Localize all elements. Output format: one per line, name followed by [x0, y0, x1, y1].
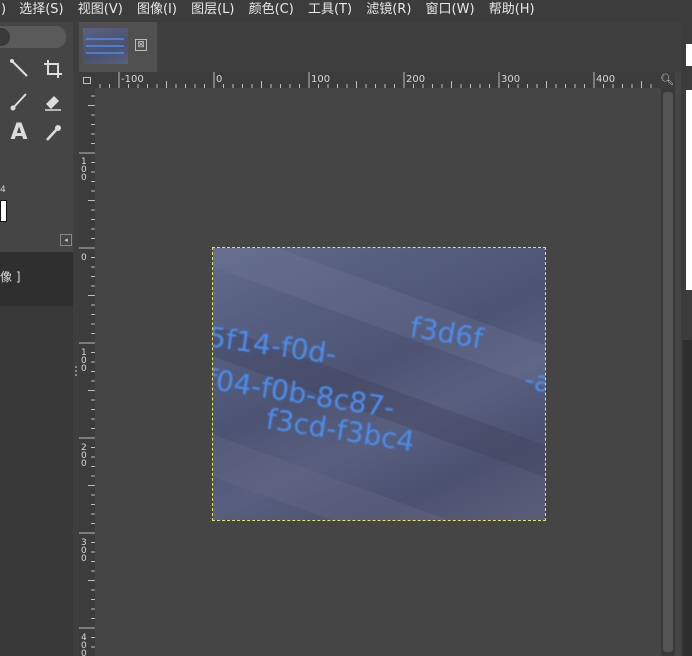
scrollbar-thumb[interactable] — [663, 92, 673, 652]
dock-configure-icon[interactable]: ◂ — [60, 234, 72, 246]
image-tab-strip: ⊠ — [79, 22, 681, 72]
quick-mask-icon — [83, 77, 91, 84]
image-list: 像 ] — [0, 252, 73, 306]
image-text-line-1: 5f14-f0d- — [213, 320, 338, 371]
quick-mask-toggle[interactable] — [79, 72, 95, 88]
menu-item-partial[interactable]: ) — [0, 0, 10, 20]
close-tab-icon[interactable]: ⊠ — [135, 39, 147, 51]
ruler-label: 300 — [501, 74, 520, 85]
menu-item-windows[interactable]: 窗口(W) — [421, 0, 480, 20]
horizontal-ruler[interactable]: -100 0 100 200 300 400 — [95, 72, 659, 88]
menu-item-view[interactable]: 视图(V) — [73, 0, 128, 20]
ruler-label: 400 — [81, 633, 87, 656]
ruler-label: 0 — [81, 253, 87, 263]
menu-item-layer[interactable]: 图层(L) — [186, 0, 239, 20]
image-tab[interactable]: ⊠ — [79, 22, 157, 72]
zoom-icon[interactable]: 🔍︎ — [659, 72, 675, 88]
image-text-line-4: -a — [522, 362, 545, 399]
menu-item-help[interactable]: 帮助(H) — [484, 0, 540, 20]
image-text-line-2: f3d6f — [408, 310, 487, 355]
dock-field[interactable] — [686, 44, 692, 66]
image-thumbnail — [83, 28, 128, 64]
image-list-item-label[interactable]: 像 ] — [0, 268, 21, 285]
menu-item-select[interactable]: 选择(S) — [14, 0, 68, 20]
toolbox-panel: A 4 ◂ 像 ] — [0, 22, 73, 656]
fg-size-label: 4 — [0, 185, 6, 195]
color-picker-icon[interactable] — [42, 122, 64, 144]
menu-item-colors[interactable]: 颜色(C) — [244, 0, 299, 20]
paintbrush-icon[interactable] — [8, 90, 30, 112]
fuzzy-select-icon[interactable] — [8, 58, 30, 80]
image-canvas[interactable]: 5f14-f0d- f3d6f f04-f0b-8c87- -a f3cd-f3… — [213, 248, 545, 520]
vertical-ruler[interactable]: 0 100 200 300 400 100 — [79, 88, 95, 656]
ruler-label: 300 — [81, 538, 87, 564]
toolbox-header — [0, 26, 66, 48]
ruler-label: 400 — [596, 74, 615, 85]
menu-bar: ) 选择(S) 视图(V) 图像(I) 图层(L) 颜色(C) 工具(T) 滤镜… — [0, 0, 692, 22]
menu-item-filters[interactable]: 滤镜(R) — [361, 0, 416, 20]
foreground-color-swatch[interactable] — [0, 200, 7, 222]
layers-panel — [683, 340, 692, 656]
blurred-text-overlay: 5f14-f0d- f3d6f f04-f0b-8c87- -a f3cd-f3… — [213, 310, 545, 458]
crop-icon[interactable] — [42, 58, 64, 80]
ruler-label: 100 — [81, 348, 87, 374]
text-tool-icon[interactable]: A — [8, 122, 30, 144]
ruler-label: 100 — [81, 157, 87, 183]
ruler-label: -100 — [121, 74, 144, 85]
vertical-scrollbar[interactable] — [661, 88, 675, 656]
menu-item-tools[interactable]: 工具(T) — [303, 0, 357, 20]
ruler-label: 100 — [311, 74, 330, 85]
right-dock-panel — [681, 22, 692, 656]
tool-options-panel — [0, 306, 73, 656]
dock-preview — [686, 90, 692, 290]
ruler-label: 0 — [216, 74, 222, 85]
eraser-icon[interactable] — [42, 90, 64, 112]
ruler-label: 200 — [81, 443, 87, 469]
menu-item-image[interactable]: 图像(I) — [132, 0, 182, 20]
ruler-label: 200 — [406, 74, 425, 85]
